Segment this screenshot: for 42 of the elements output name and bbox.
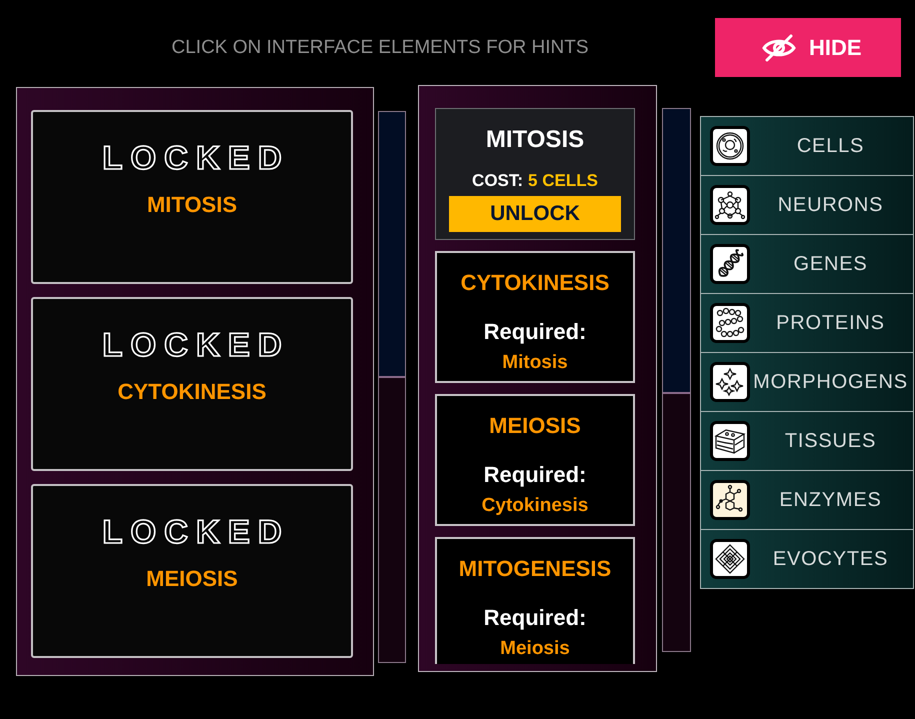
sparkle-cluster-icon: [710, 362, 750, 402]
dna-icon: [710, 244, 750, 284]
category-button[interactable]: ENZYMES: [701, 470, 913, 529]
hint-text: CLICK ON INTERFACE ELEMENTS FOR HINTS: [172, 36, 588, 60]
unlock-name: MEIOSIS: [489, 412, 581, 440]
chain-icon: [710, 303, 750, 343]
category-button[interactable]: CELLS: [701, 117, 913, 175]
unlock-button[interactable]: UNLOCK: [449, 196, 621, 232]
required-label: Required:: [484, 462, 586, 488]
scrollbar-thumb[interactable]: [379, 112, 405, 378]
eye-slash-icon: [762, 34, 796, 62]
cell-icon: [710, 126, 750, 166]
category-button[interactable]: EVOCYTES: [701, 529, 913, 588]
requirement-name: Mitosis: [502, 351, 568, 375]
upgrade-name: MITOSIS: [146, 191, 238, 219]
hide-button[interactable]: HIDE: [715, 18, 901, 77]
unlock-name: CYTOKINESIS: [460, 269, 610, 297]
required-label: Required:: [484, 605, 586, 631]
scrollbar-track[interactable]: [662, 108, 691, 652]
cost-label: COST:: [472, 170, 524, 192]
requirement-name: Cytokinesis: [482, 494, 588, 518]
unlock-name: MITOSIS: [486, 126, 584, 154]
locked-label: LOCKED: [101, 325, 290, 365]
category-button[interactable]: TISSUES: [701, 411, 913, 470]
upgrade-name: MEIOSIS: [146, 565, 238, 593]
scrollbar-track[interactable]: [378, 111, 406, 663]
requirement-name: Meiosis: [500, 637, 570, 661]
box-icon: [710, 421, 750, 461]
category-button[interactable]: MORPHOGENS: [701, 352, 913, 411]
upgrade-name: CYTOKINESIS: [118, 378, 266, 406]
category-button[interactable]: GENES: [701, 234, 913, 293]
category-button[interactable]: NEURONS: [701, 175, 913, 234]
scrollbar-thumb[interactable]: [663, 109, 690, 394]
network-icon: [710, 185, 750, 225]
locked-label: LOCKED: [101, 138, 290, 178]
cost-value: 5 CELLS: [528, 170, 598, 192]
locked-label: LOCKED: [101, 512, 290, 552]
category-button[interactable]: PROTEINS: [701, 293, 913, 352]
unlock-name: MITOGENESIS: [458, 555, 612, 583]
diamond-pattern-icon: [710, 539, 750, 579]
required-label: Required:: [484, 319, 586, 345]
molecule-icon: [710, 480, 750, 520]
